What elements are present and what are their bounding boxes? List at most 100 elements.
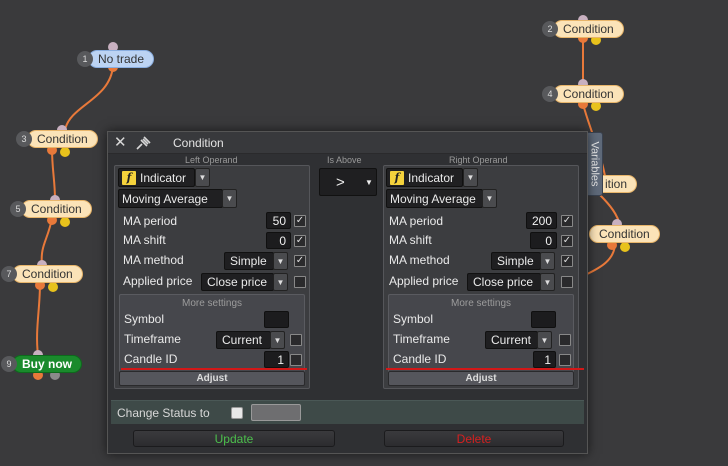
highlight-underline bbox=[386, 368, 584, 370]
chevron-down-icon[interactable]: ▼ bbox=[270, 331, 285, 349]
right-ma-shift-checkbox[interactable]: ✓ bbox=[561, 235, 573, 247]
chevron-down-icon[interactable]: ▼ bbox=[537, 331, 552, 349]
pin-icon[interactable] bbox=[135, 135, 153, 155]
right-applied-price-checkbox[interactable] bbox=[561, 276, 573, 288]
left-timeframe-select[interactable]: Current bbox=[216, 331, 271, 349]
setting-label: Candle ID bbox=[124, 352, 178, 366]
right-timeframe-select[interactable]: Current bbox=[485, 331, 538, 349]
node-label: Condition bbox=[12, 265, 83, 283]
node-label: Buy now bbox=[12, 355, 82, 373]
chevron-down-icon: ▼ bbox=[365, 178, 373, 187]
node-label: Condition bbox=[27, 130, 98, 148]
left-timeframe-checkbox[interactable] bbox=[290, 334, 302, 346]
chevron-down-icon[interactable]: ▼ bbox=[540, 273, 555, 291]
left-symbol-input[interactable] bbox=[264, 311, 289, 328]
chevron-down-icon[interactable]: ▼ bbox=[222, 189, 237, 208]
update-button[interactable]: Update bbox=[133, 430, 335, 447]
highlight-underline bbox=[121, 368, 307, 370]
node-label: Condition bbox=[589, 225, 660, 243]
right-type-label: Indicator bbox=[408, 170, 455, 185]
node-condition[interactable]: Condition bbox=[589, 225, 660, 243]
node-label: No trade bbox=[88, 50, 155, 68]
left-applied-price-select[interactable]: Close price bbox=[201, 273, 274, 291]
more-settings-header: More settings bbox=[450, 298, 512, 309]
left-ma-method-checkbox[interactable]: ✓ bbox=[294, 255, 306, 267]
node-buy-now[interactable]: 9 Buy now bbox=[1, 355, 82, 373]
condition-dialog: ✕ Condition Left Operand Is Above Right … bbox=[107, 131, 588, 454]
right-applied-price-select[interactable]: Close price bbox=[467, 273, 541, 291]
right-ma-shift-input[interactable]: 0 bbox=[530, 232, 557, 249]
left-operand-panel: f Indicator ▼ Moving Average ▼ MA period… bbox=[114, 165, 310, 389]
node-label: Condition bbox=[553, 20, 624, 38]
setting-label: Symbol bbox=[393, 312, 434, 326]
link-3-5 bbox=[51, 147, 56, 201]
param-label: MA shift bbox=[123, 233, 166, 247]
node-alt-dot bbox=[620, 242, 630, 252]
chevron-down-icon[interactable]: ▼ bbox=[482, 189, 497, 208]
chevron-down-icon[interactable]: ▼ bbox=[273, 252, 288, 270]
variables-tab[interactable]: Variables bbox=[586, 132, 603, 196]
right-candle-id-checkbox[interactable] bbox=[559, 354, 571, 366]
change-status-bar: Change Status to bbox=[111, 400, 584, 424]
right-candle-id-input[interactable]: 1 bbox=[533, 351, 556, 368]
left-ma-period-checkbox[interactable]: ✓ bbox=[294, 215, 306, 227]
left-ma-shift-checkbox[interactable]: ✓ bbox=[294, 235, 306, 247]
right-type-button[interactable]: f Indicator bbox=[386, 168, 463, 187]
change-status-label: Change Status to bbox=[117, 406, 210, 420]
dialog-title: Condition bbox=[173, 136, 224, 150]
operator-header: Is Above bbox=[327, 155, 362, 165]
node-condition[interactable]: 2 Condition bbox=[542, 20, 624, 38]
node-number: 7 bbox=[1, 266, 17, 282]
right-timeframe-checkbox[interactable] bbox=[559, 334, 571, 346]
left-operand-header: Left Operand bbox=[185, 155, 238, 165]
left-ma-method-select[interactable]: Simple bbox=[224, 252, 274, 270]
param-label: Applied price bbox=[389, 274, 459, 288]
right-operand-panel: f Indicator ▼ Moving Average ▼ MA period… bbox=[383, 165, 584, 389]
left-type-button[interactable]: f Indicator bbox=[118, 168, 195, 187]
node-condition[interactable]: 4 Condition bbox=[542, 85, 624, 103]
change-status-checkbox[interactable] bbox=[231, 407, 243, 419]
left-ma-shift-input[interactable]: 0 bbox=[266, 232, 291, 249]
node-alt-dot bbox=[48, 282, 58, 292]
right-symbol-input[interactable] bbox=[531, 311, 556, 328]
dialog-titlebar[interactable]: ✕ Condition bbox=[108, 132, 587, 154]
delete-button[interactable]: Delete bbox=[384, 430, 564, 447]
param-label: MA method bbox=[389, 253, 450, 267]
right-ma-period-checkbox[interactable]: ✓ bbox=[561, 215, 573, 227]
right-ma-method-select[interactable]: Simple bbox=[491, 252, 541, 270]
node-label: Condition bbox=[553, 85, 624, 103]
left-candle-id-checkbox[interactable] bbox=[290, 354, 302, 366]
chevron-down-icon[interactable]: ▼ bbox=[540, 252, 555, 270]
chevron-down-icon[interactable]: ▼ bbox=[195, 168, 210, 187]
node-condition[interactable]: 7 Condition bbox=[1, 265, 83, 283]
left-indicator-select[interactable]: Moving Average bbox=[118, 189, 223, 208]
param-label: MA shift bbox=[389, 233, 432, 247]
node-label: Condition bbox=[21, 200, 92, 218]
node-condition[interactable]: 3 Condition bbox=[16, 130, 98, 148]
link-7-9 bbox=[36, 282, 41, 356]
node-alt-dot bbox=[60, 217, 70, 227]
node-no-trade[interactable]: 1 No trade bbox=[77, 50, 155, 68]
left-ma-period-input[interactable]: 50 bbox=[266, 212, 291, 229]
node-condition[interactable]: 5 Condition bbox=[10, 200, 92, 218]
operator-select[interactable]: > ▼ bbox=[319, 168, 377, 196]
node-number: 2 bbox=[542, 21, 558, 37]
chevron-down-icon[interactable]: ▼ bbox=[463, 168, 478, 187]
setting-label: Candle ID bbox=[393, 352, 447, 366]
chevron-down-icon[interactable]: ▼ bbox=[273, 273, 288, 291]
setting-label: Timeframe bbox=[124, 332, 181, 346]
left-adjust-button[interactable]: Adjust bbox=[119, 371, 305, 386]
close-icon[interactable]: ✕ bbox=[114, 135, 127, 151]
change-status-field[interactable] bbox=[251, 404, 301, 421]
left-applied-price-checkbox[interactable] bbox=[294, 276, 306, 288]
left-candle-id-input[interactable]: 1 bbox=[264, 351, 289, 368]
node-number: 1 bbox=[77, 51, 93, 67]
operator-symbol: > bbox=[336, 174, 345, 191]
right-indicator-select[interactable]: Moving Average bbox=[386, 189, 483, 208]
right-ma-period-input[interactable]: 200 bbox=[526, 212, 557, 229]
right-ma-method-checkbox[interactable]: ✓ bbox=[561, 255, 573, 267]
right-adjust-button[interactable]: Adjust bbox=[388, 371, 574, 386]
node-number: 4 bbox=[542, 86, 558, 102]
param-label: MA period bbox=[123, 214, 178, 228]
param-label: MA method bbox=[123, 253, 184, 267]
